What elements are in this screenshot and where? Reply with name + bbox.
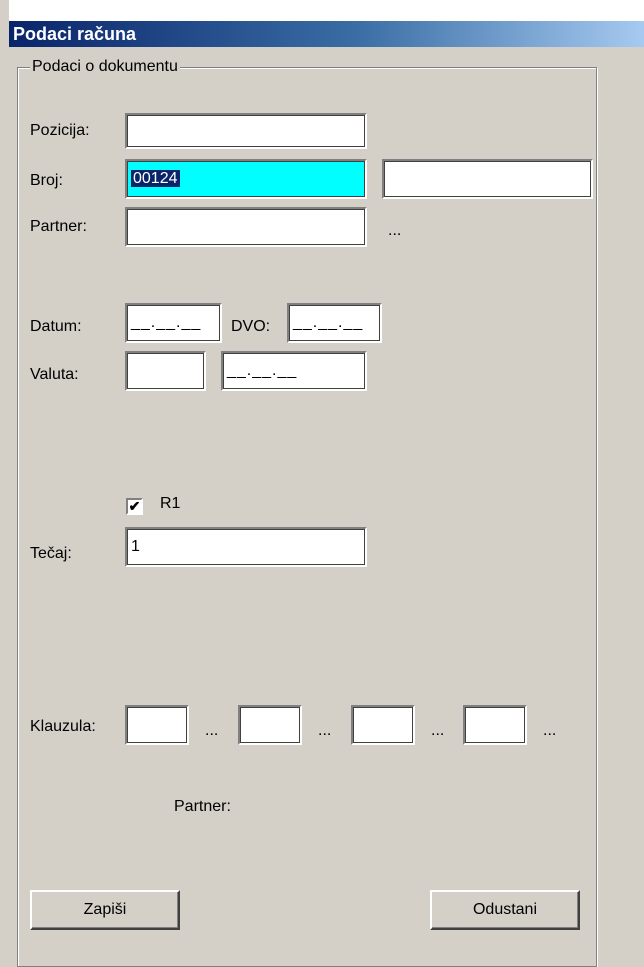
klauzula-browse-3[interactable]: ... (431, 722, 444, 740)
valuta-days-input[interactable] (125, 351, 206, 391)
left-edge (0, 0, 9, 951)
klauzula-input-3[interactable] (351, 705, 415, 745)
dvo-input[interactable]: __.__.__ (287, 303, 382, 343)
klauzula-input-2[interactable] (238, 705, 302, 745)
r1-checkbox[interactable]: ✔ (126, 498, 143, 515)
broj-label: Broj: (30, 172, 63, 189)
top-strip (9, 0, 644, 21)
klauzula-browse-4[interactable]: ... (543, 722, 556, 740)
broj-selected-text: 00124 (131, 170, 180, 187)
klauzula-label: Klauzula: (30, 718, 96, 735)
klauzula-browse-2[interactable]: ... (318, 722, 331, 740)
partner-input[interactable] (125, 207, 367, 247)
window-titlebar: Podaci računa (9, 21, 644, 47)
groupbox-title: Podaci o dokumentu (30, 58, 180, 76)
save-button[interactable]: Zapiši (30, 890, 180, 930)
cancel-button[interactable]: Odustani (430, 890, 580, 930)
klauzula-browse-1[interactable]: ... (205, 722, 218, 740)
document-groupbox (17, 67, 597, 967)
partner-browse-button[interactable]: ... (388, 222, 401, 240)
partner-label: Partner: (30, 218, 87, 235)
klauzula-input-4[interactable] (463, 705, 527, 745)
broj-input[interactable]: 00124 (125, 159, 367, 199)
valuta-label: Valuta: (30, 366, 79, 383)
pozicija-input[interactable] (125, 113, 367, 149)
partner-info-label: Partner: (174, 798, 231, 815)
valuta-date-input[interactable]: __.__.__ (221, 351, 367, 391)
datum-label: Datum: (30, 318, 82, 335)
pozicija-label: Pozicija: (30, 122, 90, 139)
broj-extra-input[interactable] (382, 159, 593, 199)
tecaj-input[interactable]: 1 (125, 527, 367, 567)
datum-input[interactable]: __.__.__ (125, 303, 222, 343)
klauzula-input-1[interactable] (125, 705, 189, 745)
dvo-label: DVO: (231, 318, 271, 335)
tecaj-label: Tečaj: (30, 545, 72, 562)
r1-label: R1 (160, 495, 181, 512)
